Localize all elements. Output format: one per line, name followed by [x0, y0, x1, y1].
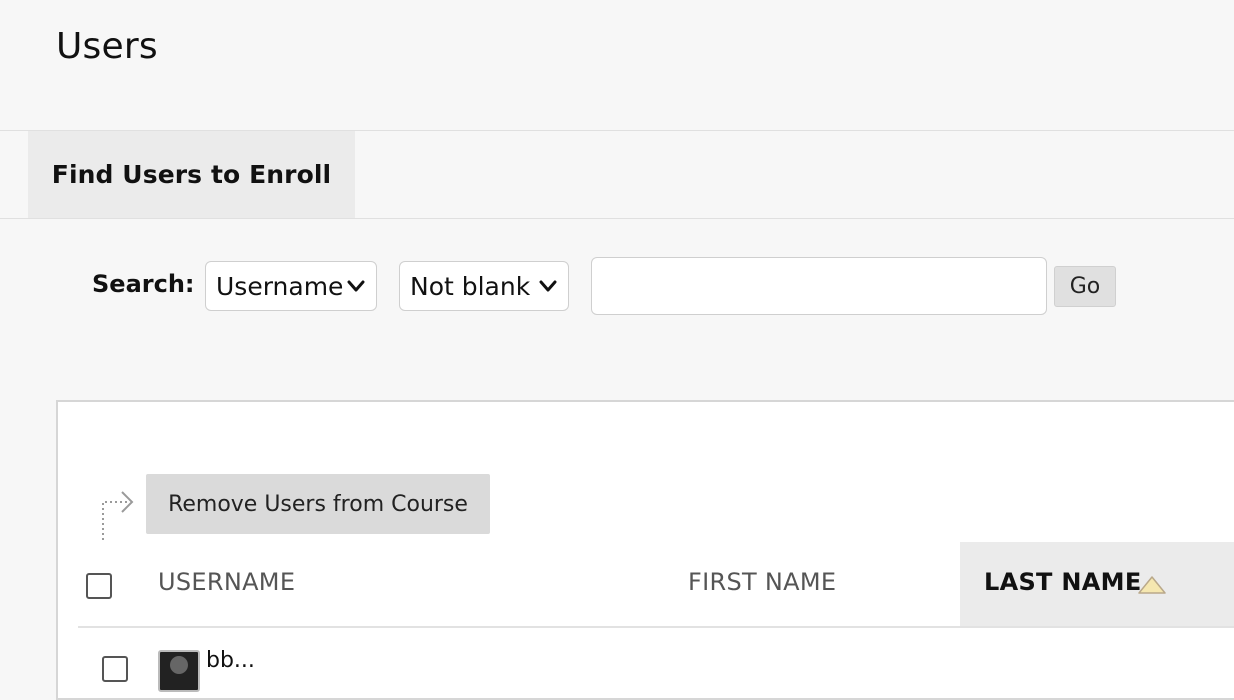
search-field-select-value: Username	[216, 271, 344, 301]
search-operator-select[interactable]: Not blank	[399, 261, 569, 311]
sort-ascending-icon	[1138, 576, 1166, 594]
column-header-first-name[interactable]: FIRST NAME	[688, 568, 836, 596]
remove-users-from-course-button[interactable]: Remove Users from Course	[146, 474, 490, 534]
user-avatar-icon	[158, 650, 200, 692]
search-label: Search:	[92, 270, 195, 298]
table-header: USERNAME FIRST NAME LAST NAME	[78, 542, 1234, 628]
column-header-last-name-label: LAST NAME	[984, 568, 1142, 596]
find-users-to-enroll-button[interactable]: Find Users to Enroll	[28, 131, 355, 218]
chevron-down-icon	[347, 280, 365, 292]
chevron-down-icon	[539, 280, 557, 292]
bulk-action-arrow-icon	[102, 491, 134, 540]
page-title: Users	[56, 26, 158, 67]
search-bar: Search: Username Not blank Go	[0, 256, 1234, 316]
search-input[interactable]	[591, 257, 1047, 315]
column-header-last-name[interactable]: LAST NAME	[960, 542, 1234, 626]
search-operator-select-value: Not blank	[410, 271, 531, 301]
row-username[interactable]: bb...	[206, 648, 255, 673]
go-button[interactable]: Go	[1054, 266, 1116, 307]
action-bar: Find Users to Enroll	[0, 131, 1234, 219]
select-all-checkbox[interactable]	[86, 573, 112, 599]
column-header-username[interactable]: USERNAME	[158, 568, 295, 596]
search-field-select[interactable]: Username	[205, 261, 377, 311]
table-row: bb...	[78, 628, 1234, 692]
